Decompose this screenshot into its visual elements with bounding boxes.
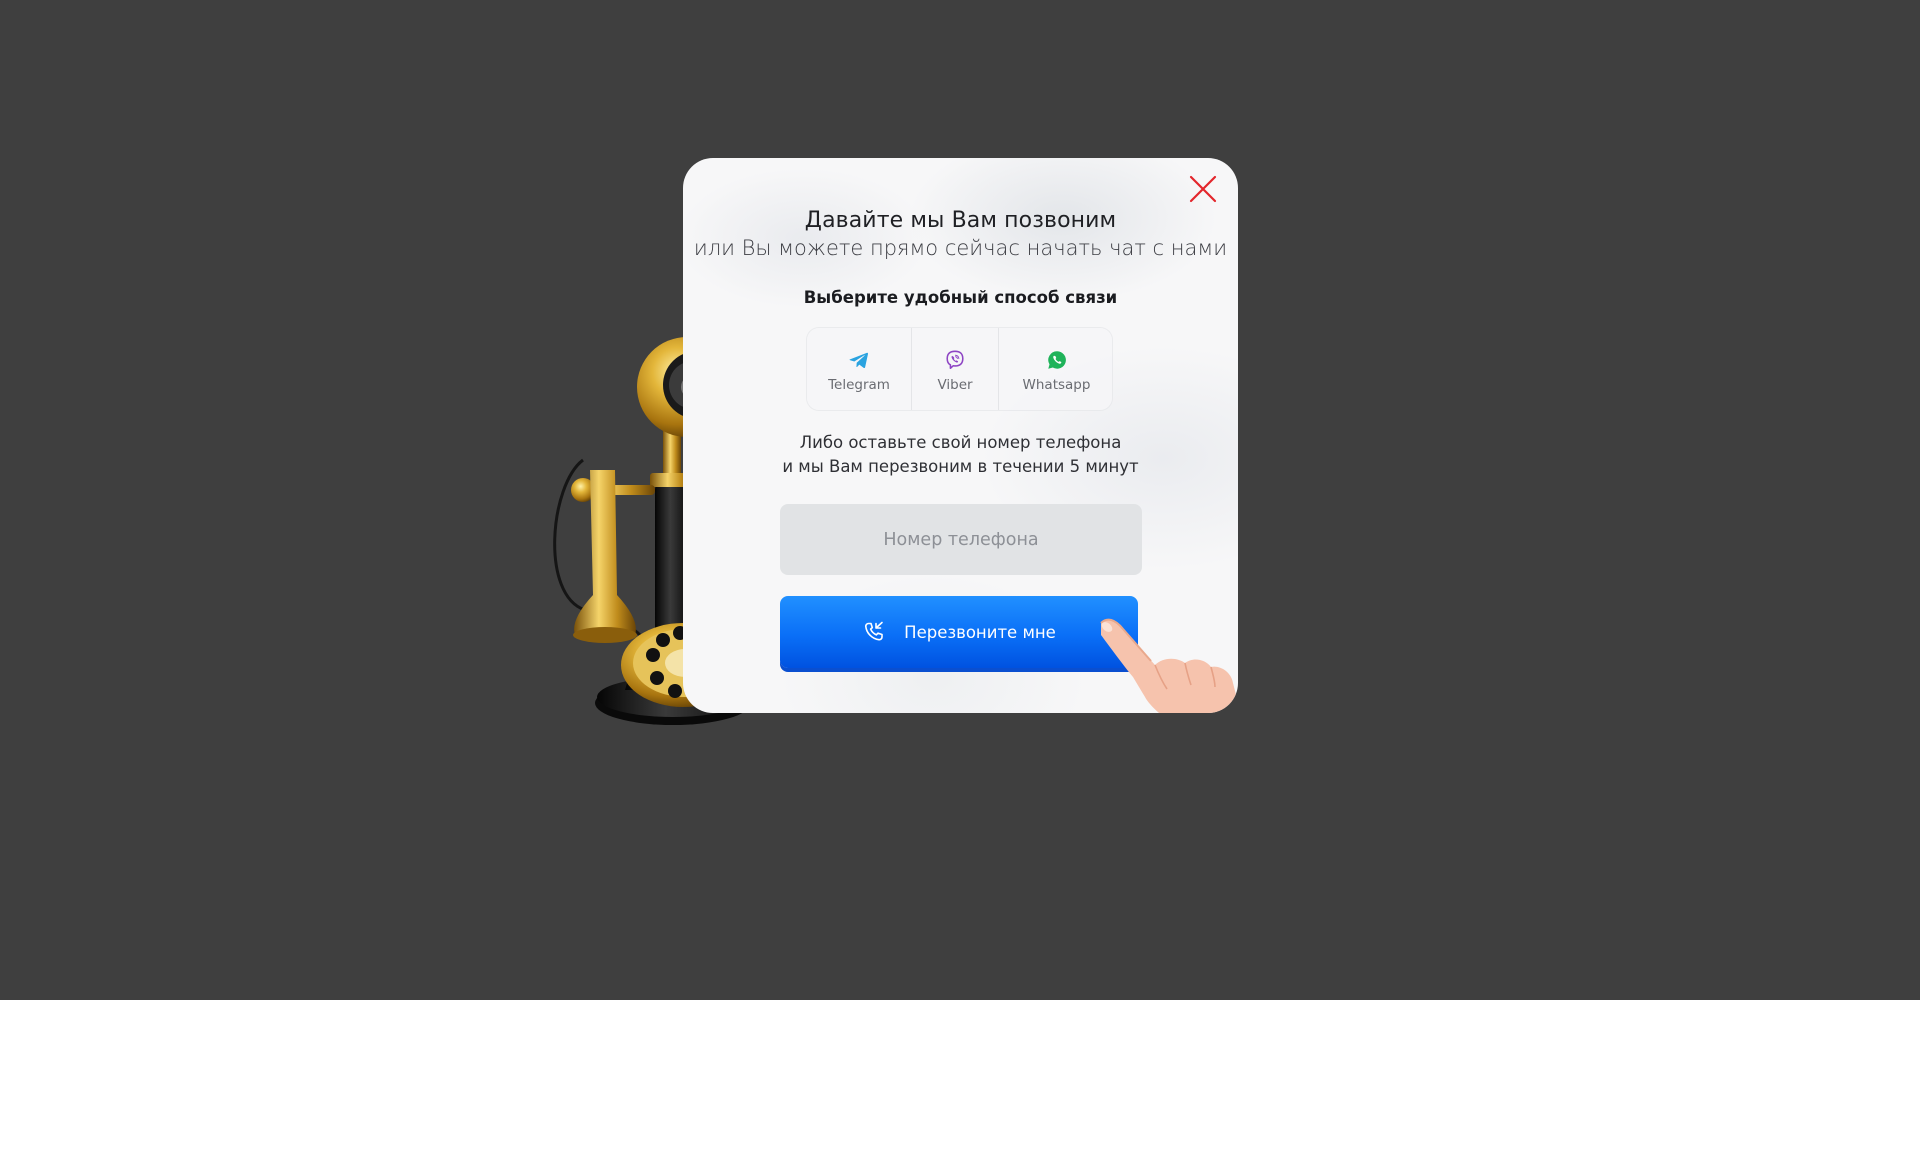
callback-note: Либо оставьте свой номер телефона и мы В… (683, 431, 1238, 479)
callback-modal: Давайте мы Вам позвоним или Вы можете пр… (683, 158, 1238, 713)
choose-method-label: Выберите удобный способ связи (803, 288, 1118, 307)
whatsapp-icon (1047, 351, 1066, 369)
phone-input[interactable] (780, 504, 1142, 575)
call-me-button[interactable]: Перезвоните мне (780, 596, 1138, 668)
close-button[interactable] (1188, 174, 1218, 204)
callback-note-line2: и мы Вам перезвоним в течении 5 минут (782, 457, 1139, 476)
whatsapp-button[interactable]: Whatsapp (998, 328, 1114, 410)
whatsapp-label: Whatsapp (1022, 377, 1091, 393)
telegram-label: Telegram (828, 377, 890, 393)
call-me-label: Перезвоните мне (904, 622, 1056, 642)
phone-callback-icon (865, 621, 883, 641)
telegram-button[interactable]: Telegram (807, 328, 911, 410)
viber-label: Viber (937, 377, 973, 393)
messenger-options: Telegram Viber Whatsapp (807, 328, 1112, 410)
modal-subtitle: или Вы можете прямо сейчас начать чат с … (693, 236, 1228, 260)
modal-title: Давайте мы Вам позвоним (804, 208, 1117, 233)
viber-button[interactable]: Viber (911, 328, 998, 410)
viber-icon (946, 350, 964, 370)
close-icon (1189, 175, 1217, 203)
telegram-icon (849, 352, 869, 369)
pointing-hand-image (1100, 618, 1238, 713)
callback-note-line1: Либо оставьте свой номер телефона (799, 433, 1122, 452)
